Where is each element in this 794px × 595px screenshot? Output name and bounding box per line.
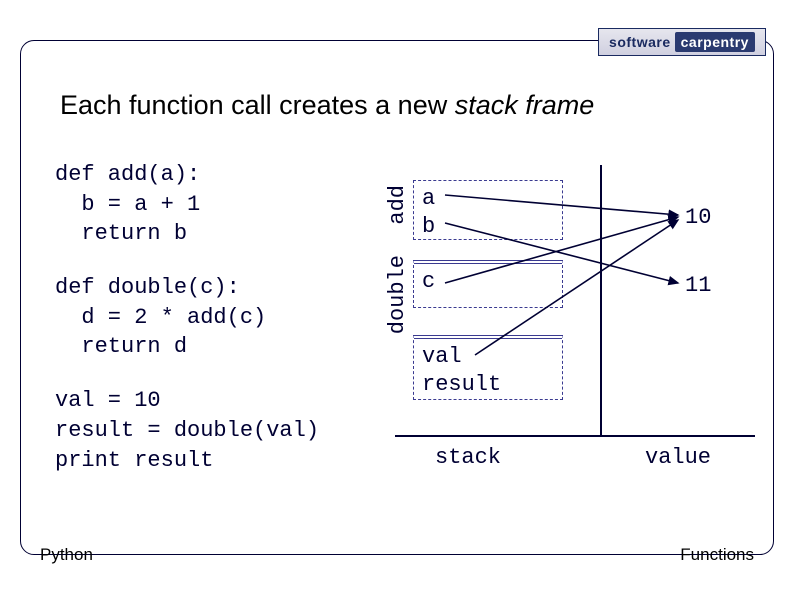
stack-diagram: add double a b c val result 10 11 stack …: [395, 165, 765, 505]
footer-right: Functions: [680, 545, 754, 565]
code-block-double: def double(c): d = 2 * add(c) return d: [55, 273, 395, 362]
logo-software-carpentry: software carpentry: [598, 28, 766, 56]
logo-word1: software: [609, 34, 671, 50]
code-area: def add(a): b = a + 1 return b def doubl…: [55, 160, 395, 499]
axis-horizontal: [395, 435, 755, 437]
title-prefix: Each function call creates a new: [60, 90, 455, 120]
title-emphasis: stack frame: [455, 90, 595, 120]
slide-title: Each function call creates a new stack f…: [60, 90, 734, 121]
axis-label-stack: stack: [435, 445, 501, 470]
code-block-add: def add(a): b = a + 1 return b: [55, 160, 395, 249]
logo-word2: carpentry: [675, 32, 755, 52]
code-block-main: val = 10 result = double(val) print resu…: [55, 386, 395, 475]
footer-left: Python: [40, 545, 93, 565]
axis-label-value: value: [645, 445, 711, 470]
arrows-svg: [395, 165, 765, 435]
